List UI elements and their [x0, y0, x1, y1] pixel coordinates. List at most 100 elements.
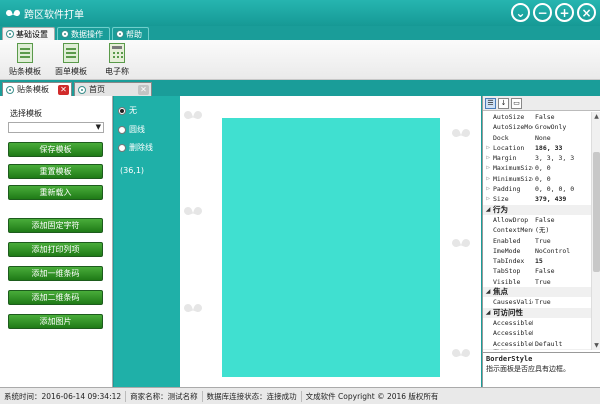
window-title: 跨区软件打单 — [24, 9, 84, 21]
property-value[interactable]: 3, 3, 3, 3 — [533, 153, 591, 163]
property-value[interactable] — [533, 318, 591, 328]
tab-basic-settings[interactable]: 基础设置 — [2, 27, 55, 40]
property-value[interactable]: 0, 0, 0, 0 — [533, 184, 591, 194]
add-fixed-text-button[interactable]: 添加固定字符 — [8, 218, 103, 233]
property-value[interactable]: NoControl — [533, 246, 591, 256]
doc-tab-sticker-template[interactable]: 贴条模板 ✕ — [2, 82, 72, 96]
butterfly-watermark-icon — [184, 108, 202, 122]
reload-button[interactable]: 重新载入 — [8, 185, 103, 200]
waybill-template-button[interactable]: 面单模板 — [48, 40, 94, 78]
property-value[interactable]: True — [533, 277, 591, 287]
row-gutter — [483, 215, 493, 225]
property-value[interactable]: True — [533, 297, 591, 307]
expand-arrow-icon[interactable]: ▷ — [483, 194, 493, 204]
scroll-up-icon[interactable]: ▲ — [592, 112, 600, 121]
property-pages-icon[interactable]: ▭ — [511, 97, 522, 109]
add-image-button[interactable]: 添加图片 — [8, 314, 103, 329]
close-icon[interactable]: ✕ — [58, 84, 69, 95]
property-row[interactable]: Dock None — [483, 133, 591, 143]
reset-template-button[interactable]: 重置模板 — [8, 164, 103, 179]
row-gutter — [483, 256, 493, 266]
property-row[interactable]: ▷ Margin 3, 3, 3, 3 — [483, 153, 591, 163]
property-row[interactable]: AutoSizeMod GrowOnly — [483, 122, 591, 132]
expand-arrow-icon[interactable]: ◢ — [483, 205, 493, 215]
property-value[interactable]: False — [533, 112, 591, 122]
property-category[interactable]: ◢ 可访问性 — [483, 307, 591, 318]
title-bar: 跨区软件打单 ⌄ − + × — [0, 0, 600, 26]
categorized-view-icon[interactable]: ☰ — [485, 97, 496, 109]
sticker-template-icon — [17, 43, 33, 63]
property-value[interactable]: 0, 0 — [533, 174, 591, 184]
property-value[interactable]: 186, 33 — [533, 143, 591, 153]
property-row[interactable]: Enabled True — [483, 236, 591, 246]
property-value[interactable]: True — [533, 236, 591, 246]
property-value[interactable]: GrowOnly — [533, 122, 591, 132]
doc-tab-home[interactable]: 首页 ✕ — [74, 82, 152, 96]
property-row[interactable]: AccessibleR Default — [483, 339, 591, 349]
property-row[interactable]: ▷ Padding 0, 0, 0, 0 — [483, 184, 591, 194]
property-row[interactable]: ImeMode NoControl — [483, 246, 591, 256]
sticker-template-button[interactable]: 贴条模板 — [2, 40, 48, 78]
property-value[interactable]: False — [533, 215, 591, 225]
property-row[interactable]: ▷ Location 186, 33 — [483, 143, 591, 153]
property-value[interactable] — [533, 328, 591, 338]
add-print-column-button[interactable]: 添加打印列项 — [8, 242, 103, 257]
property-value[interactable]: False — [533, 266, 591, 276]
property-category[interactable]: ◢ 行为 — [483, 204, 591, 215]
template-select[interactable]: ▼ — [8, 122, 104, 133]
status-bar: 系统时间：2016-06-14 09:34:12 商家名称：测试名称 数据库连接… — [0, 387, 600, 404]
property-row[interactable]: Visible True — [483, 277, 591, 287]
property-value[interactable]: 15 — [533, 256, 591, 266]
property-category[interactable]: ◢ 焦点 — [483, 287, 591, 298]
property-row[interactable]: TabIndex 15 — [483, 256, 591, 266]
expand-arrow-icon[interactable]: ▷ — [483, 143, 493, 153]
tab-help[interactable]: 帮助 — [112, 27, 149, 40]
property-row[interactable]: AutoSize False — [483, 112, 591, 122]
maximize-button[interactable]: + — [555, 3, 574, 22]
property-row[interactable]: ContextMenu (无) — [483, 225, 591, 235]
property-value[interactable]: 379, 439 — [533, 194, 591, 204]
property-row[interactable]: ▷ MaximumSize 0, 0 — [483, 163, 591, 173]
property-scrollbar[interactable]: ▲ ▼ — [591, 112, 600, 350]
tab-label: 数据操作 — [71, 29, 103, 39]
scroll-thumb[interactable] — [593, 152, 600, 272]
scroll-down-icon[interactable]: ▼ — [592, 341, 600, 350]
alphabetical-sort-icon[interactable]: ↓ — [498, 97, 509, 109]
property-value[interactable]: None — [533, 133, 591, 143]
radio-round-line[interactable]: 圆线 — [118, 124, 145, 135]
property-row[interactable]: ▷ MinimumSize 0, 0 — [483, 174, 591, 184]
property-row[interactable]: ▷ Size 379, 439 — [483, 194, 591, 204]
property-value[interactable]: (无) — [533, 225, 591, 235]
tab-label: 基础设置 — [16, 29, 48, 39]
property-row[interactable]: AccessibleN — [483, 328, 591, 338]
property-row[interactable]: AccessibleD — [483, 318, 591, 328]
property-category[interactable]: ◢数据 — [483, 348, 591, 351]
row-gutter — [483, 133, 493, 143]
close-button[interactable]: × — [577, 3, 596, 22]
save-template-button[interactable]: 保存模板 — [8, 142, 103, 157]
add-qrcode-button[interactable]: 添加二维条码 — [8, 290, 103, 305]
add-barcode-button[interactable]: 添加一维条码 — [8, 266, 103, 281]
property-row[interactable]: AllowDrop False — [483, 215, 591, 225]
tab-data-operations[interactable]: 数据操作 — [57, 27, 110, 40]
property-name: AccessibleD — [493, 318, 533, 327]
radio-strikethrough[interactable]: 删除线 — [118, 142, 153, 153]
expand-arrow-icon[interactable]: ▷ — [483, 184, 493, 194]
property-value[interactable]: 0, 0 — [533, 163, 591, 173]
expand-arrow-icon[interactable]: ◢ — [483, 349, 493, 351]
expand-arrow-icon[interactable]: ▷ — [483, 153, 493, 163]
dropdown-button[interactable]: ⌄ — [511, 3, 530, 22]
property-value[interactable]: Default — [533, 339, 591, 349]
property-row[interactable]: TabStop False — [483, 266, 591, 276]
radio-none[interactable]: 无 — [118, 105, 137, 116]
expand-arrow-icon[interactable]: ◢ — [483, 308, 493, 318]
expand-arrow-icon[interactable]: ◢ — [483, 287, 493, 297]
expand-arrow-icon[interactable]: ▷ — [483, 174, 493, 184]
doc-tab-label: 贴条模板 — [17, 85, 49, 94]
electronic-scale-button[interactable]: 电子称 — [94, 40, 140, 78]
close-icon[interactable]: ✕ — [138, 84, 149, 95]
label-design-surface[interactable] — [222, 118, 440, 377]
minimize-button[interactable]: − — [533, 3, 552, 22]
property-row[interactable]: CausesValid True — [483, 297, 591, 307]
expand-arrow-icon[interactable]: ▷ — [483, 163, 493, 173]
